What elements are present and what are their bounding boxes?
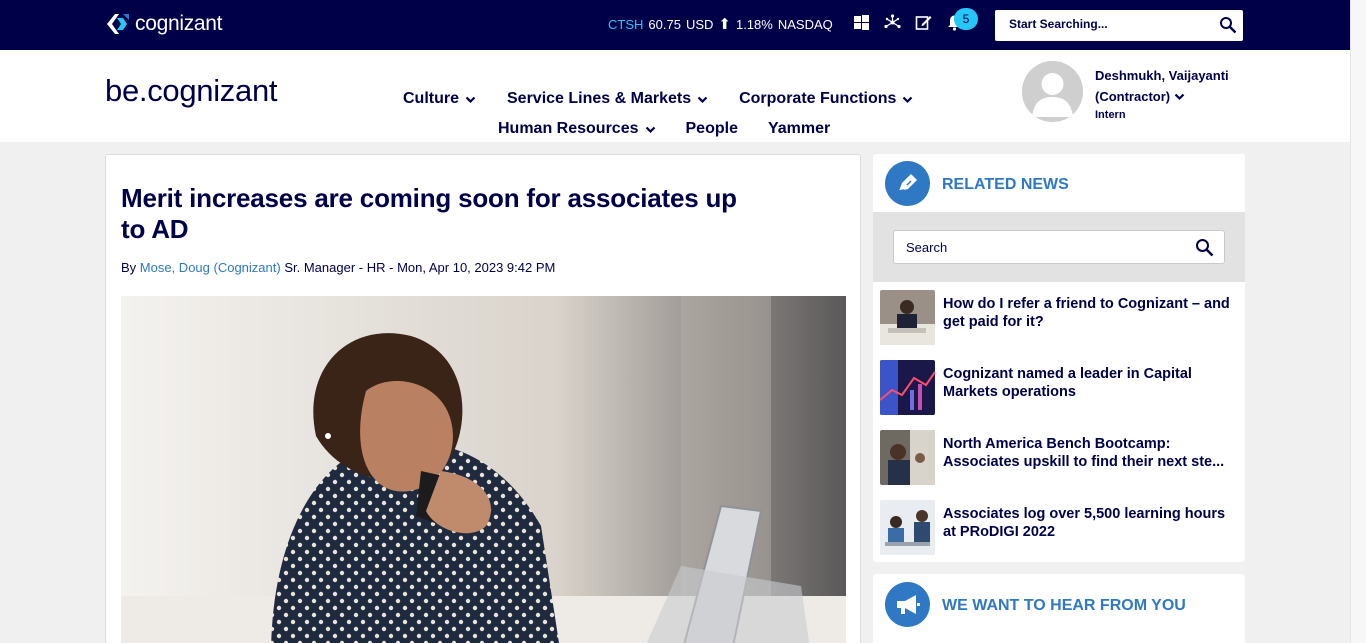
cognizant-logo-text: cognizant	[135, 12, 223, 35]
nav-yammer-label: Yammer	[767, 120, 831, 137]
user-menu[interactable]: Deshmukh, Vaijayanti (Contractor)	[1095, 65, 1245, 107]
chevron-down-icon	[1174, 91, 1185, 102]
related-news-title: RELATED NEWS	[942, 176, 1069, 193]
news-item-refer-friend[interactable]: How do I refer a friend to Cognizant – a…	[880, 290, 1242, 346]
top-bar: cognizant CTSH 60.75 USD ⬆ 1.18% NASDAQ …	[0, 0, 1350, 50]
news-item-capital-markets[interactable]: Cognizant named a leader in Capital Mark…	[880, 360, 1242, 416]
feedback-panel: WE WANT TO HEAR FROM YOU	[873, 574, 1245, 643]
pen-icon	[885, 161, 930, 206]
user-name-line1: Deshmukh, Vaijayanti	[1095, 68, 1229, 83]
network-icon[interactable]	[884, 14, 901, 31]
nav-service-lines-markets[interactable]: Service Lines & Markets	[507, 90, 708, 108]
article-title: Merit increases are coming soon for asso…	[121, 183, 737, 244]
author-title: Sr. Manager - HR	[284, 260, 386, 275]
news-title: North America Bench Bootcamp: Associates…	[943, 435, 1239, 471]
news-thumbnail	[880, 290, 935, 345]
nav-human-resources[interactable]: Human Resources	[498, 120, 656, 138]
site-header: be.cognizant Culture Service Lines & Mar…	[0, 50, 1350, 142]
cognizant-logo-icon	[106, 13, 130, 35]
nav-human-resources-label: Human Resources	[498, 120, 639, 137]
chevron-down-icon	[465, 94, 476, 105]
megaphone-icon	[885, 582, 930, 627]
article-byline: By Mose, Doug (Cognizant) Sr. Manager - …	[121, 260, 555, 275]
article-card: Merit increases are coming soon for asso…	[105, 154, 861, 643]
related-news-search-area	[873, 212, 1245, 282]
windows-icon[interactable]	[853, 14, 870, 31]
chevron-down-icon	[645, 124, 656, 135]
cognizant-logo[interactable]: cognizant	[106, 12, 223, 36]
main-nav-row-1: Culture Service Lines & Markets Corporat…	[403, 90, 913, 108]
stock-symbol: CTSH	[608, 17, 644, 32]
user-name-line2: (Contractor)	[1095, 89, 1171, 104]
nav-corporate-functions-label: Corporate Functions	[739, 90, 897, 107]
stock-change: 1.18%	[735, 17, 773, 32]
byline-separator: -	[389, 260, 394, 275]
chevron-down-icon	[697, 94, 708, 105]
author-link[interactable]: Mose, Doug (Cognizant)	[140, 260, 281, 275]
news-title: How do I refer a friend to Cognizant – a…	[943, 296, 1230, 330]
news-title: Associates log over 5,500 learning hours…	[943, 506, 1226, 540]
stock-price: 60.75	[648, 17, 681, 32]
related-news-header: RELATED NEWS	[873, 154, 1245, 212]
related-news-panel: RELATED NEWS How do I refer a friend to …	[873, 154, 1245, 562]
main-nav-row-2: Human Resources People Yammer	[498, 120, 830, 138]
nav-corporate-functions[interactable]: Corporate Functions	[739, 90, 913, 108]
stock-ticker: CTSH 60.75 USD ⬆ 1.18% NASDAQ	[608, 17, 833, 32]
be-cognizant-logo[interactable]: be.cognizant	[105, 73, 278, 109]
nav-people[interactable]: People	[686, 120, 738, 138]
user-role: Intern	[1095, 109, 1126, 121]
nav-yammer[interactable]: Yammer	[768, 120, 830, 138]
search-icon[interactable]	[1219, 16, 1237, 34]
vertical-scrollbar[interactable]	[1350, 0, 1366, 643]
search-icon[interactable]	[1195, 238, 1214, 257]
nav-culture-label: Culture	[403, 90, 459, 107]
news-thumbnail	[880, 430, 935, 485]
news-title: Cognizant named a leader in Capital Mark…	[943, 366, 1192, 400]
nav-service-lines-label: Service Lines & Markets	[507, 90, 692, 107]
nav-culture[interactable]: Culture	[403, 90, 476, 108]
byline-prefix: By	[121, 260, 137, 275]
news-item-bench-bootcamp[interactable]: North America Bench Bootcamp: Associates…	[880, 430, 1242, 486]
user-avatar[interactable]	[1022, 61, 1083, 122]
feedback-title: WE WANT TO HEAR FROM YOU	[942, 597, 1186, 614]
news-thumbnail	[880, 500, 935, 555]
article-date: Mon, Apr 10, 2023 9:42 PM	[397, 260, 556, 275]
article-hero-image	[121, 296, 846, 643]
news-thumbnail	[880, 360, 935, 415]
nav-people-label: People	[685, 120, 738, 137]
global-search-input[interactable]	[1009, 17, 1209, 31]
news-title-line2: Associates upskill to find their next st…	[943, 454, 1225, 470]
arrow-up-icon: ⬆	[718, 16, 731, 33]
related-news-search-box[interactable]	[893, 230, 1225, 264]
chevron-down-icon	[902, 94, 913, 105]
news-title-line1: North America Bench Bootcamp:	[943, 436, 1171, 452]
top-icon-group	[853, 14, 963, 31]
global-search-box[interactable]	[995, 10, 1243, 41]
stock-exchange: NASDAQ	[777, 17, 833, 32]
stock-currency: USD	[685, 17, 714, 32]
news-item-prodigi[interactable]: Associates log over 5,500 learning hours…	[880, 500, 1242, 556]
edit-icon[interactable]	[915, 14, 932, 31]
related-news-search-input[interactable]	[906, 240, 1176, 255]
notification-badge[interactable]: 5	[954, 8, 978, 30]
